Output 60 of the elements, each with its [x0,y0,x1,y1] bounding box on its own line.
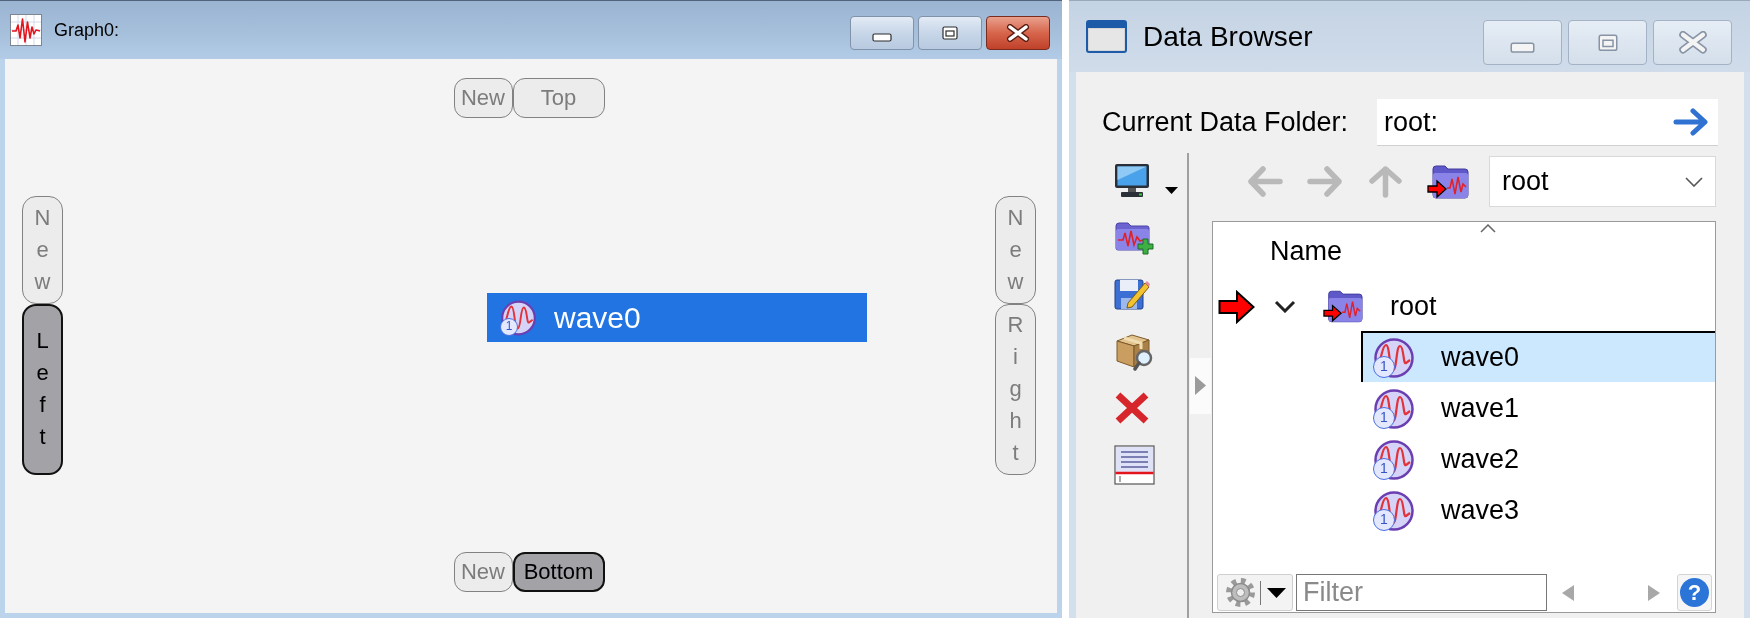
x-icon[interactable] [1114,391,1150,425]
wave-name: wave0 [1441,342,1520,373]
wave-name: wave0 [554,300,641,335]
folder-icon[interactable] [1427,163,1469,200]
gear-icon [1225,577,1256,608]
new-button[interactable]: New [453,552,513,592]
triangle-right-icon[interactable] [1648,584,1660,601]
help-button[interactable]: ? [1677,574,1712,611]
triangle-right-icon [1195,376,1206,395]
folder-dropdown[interactable]: root [1489,156,1716,207]
wave-item[interactable]: 1 wave0 [487,293,867,342]
new-button[interactable]: New [22,195,63,304]
minimize-button[interactable] [850,16,914,50]
folder-icon [1323,289,1363,324]
panel-toggle-button[interactable] [1190,357,1211,414]
folder-plus-icon[interactable] [1114,219,1154,255]
tree-row[interactable]: 1 wave1 [1361,382,1715,433]
window-title: Graph0: [54,19,120,41]
options-button[interactable] [1217,574,1293,611]
chevron-down-icon[interactable] [1274,300,1296,313]
maximize-icon [1597,33,1618,52]
filter-field[interactable]: Filter [1296,574,1547,611]
axis-button[interactable]: Right [995,303,1036,475]
maximize-button[interactable] [1568,20,1647,65]
tree-row[interactable]: 1 wave2 [1361,433,1715,484]
arrow-right-icon[interactable] [1673,108,1709,136]
graph-icon [10,14,42,46]
window-icon [1086,20,1127,53]
axis-button[interactable]: Top [512,78,605,118]
maximize-button[interactable] [918,16,982,50]
field-label: Current Data Folder: [1102,107,1349,138]
wave-name: wave2 [1441,444,1520,475]
wave-name: wave1 [1441,393,1520,424]
tree-row[interactable]: 1 wave0 [1361,331,1715,382]
box-magnifier-icon[interactable] [1114,331,1154,371]
floppy-pencil-icon[interactable] [1114,277,1150,311]
minimize-icon [1510,41,1535,54]
chevron-down-icon [1685,176,1703,187]
new-button[interactable]: New [453,78,513,118]
axis-button[interactable]: Bottom [512,552,605,592]
monitor-icon[interactable] [1114,162,1150,198]
folder-path-field[interactable]: root: [1377,99,1718,146]
close-icon [1006,24,1030,42]
tree-row[interactable]: root [1213,280,1715,331]
window-title: Data Browser [1143,20,1313,53]
list-document-icon[interactable] [1114,445,1155,485]
sort-caret-icon [1480,224,1496,233]
wave-name: wave3 [1441,495,1520,526]
axis-button[interactable]: Left [22,303,63,475]
close-button[interactable] [986,16,1050,50]
triangle-left-icon[interactable] [1562,584,1574,601]
minimize-icon [872,32,892,42]
new-button[interactable]: New [995,195,1036,304]
tree-row[interactable]: 1 wave3 [1361,484,1715,535]
column-header[interactable]: Name [1270,235,1343,267]
caret-icon[interactable] [1165,187,1178,194]
caret-icon [1267,587,1286,598]
close-icon [1677,31,1708,54]
maximize-icon [942,26,958,40]
folder-name: root [1390,291,1437,322]
